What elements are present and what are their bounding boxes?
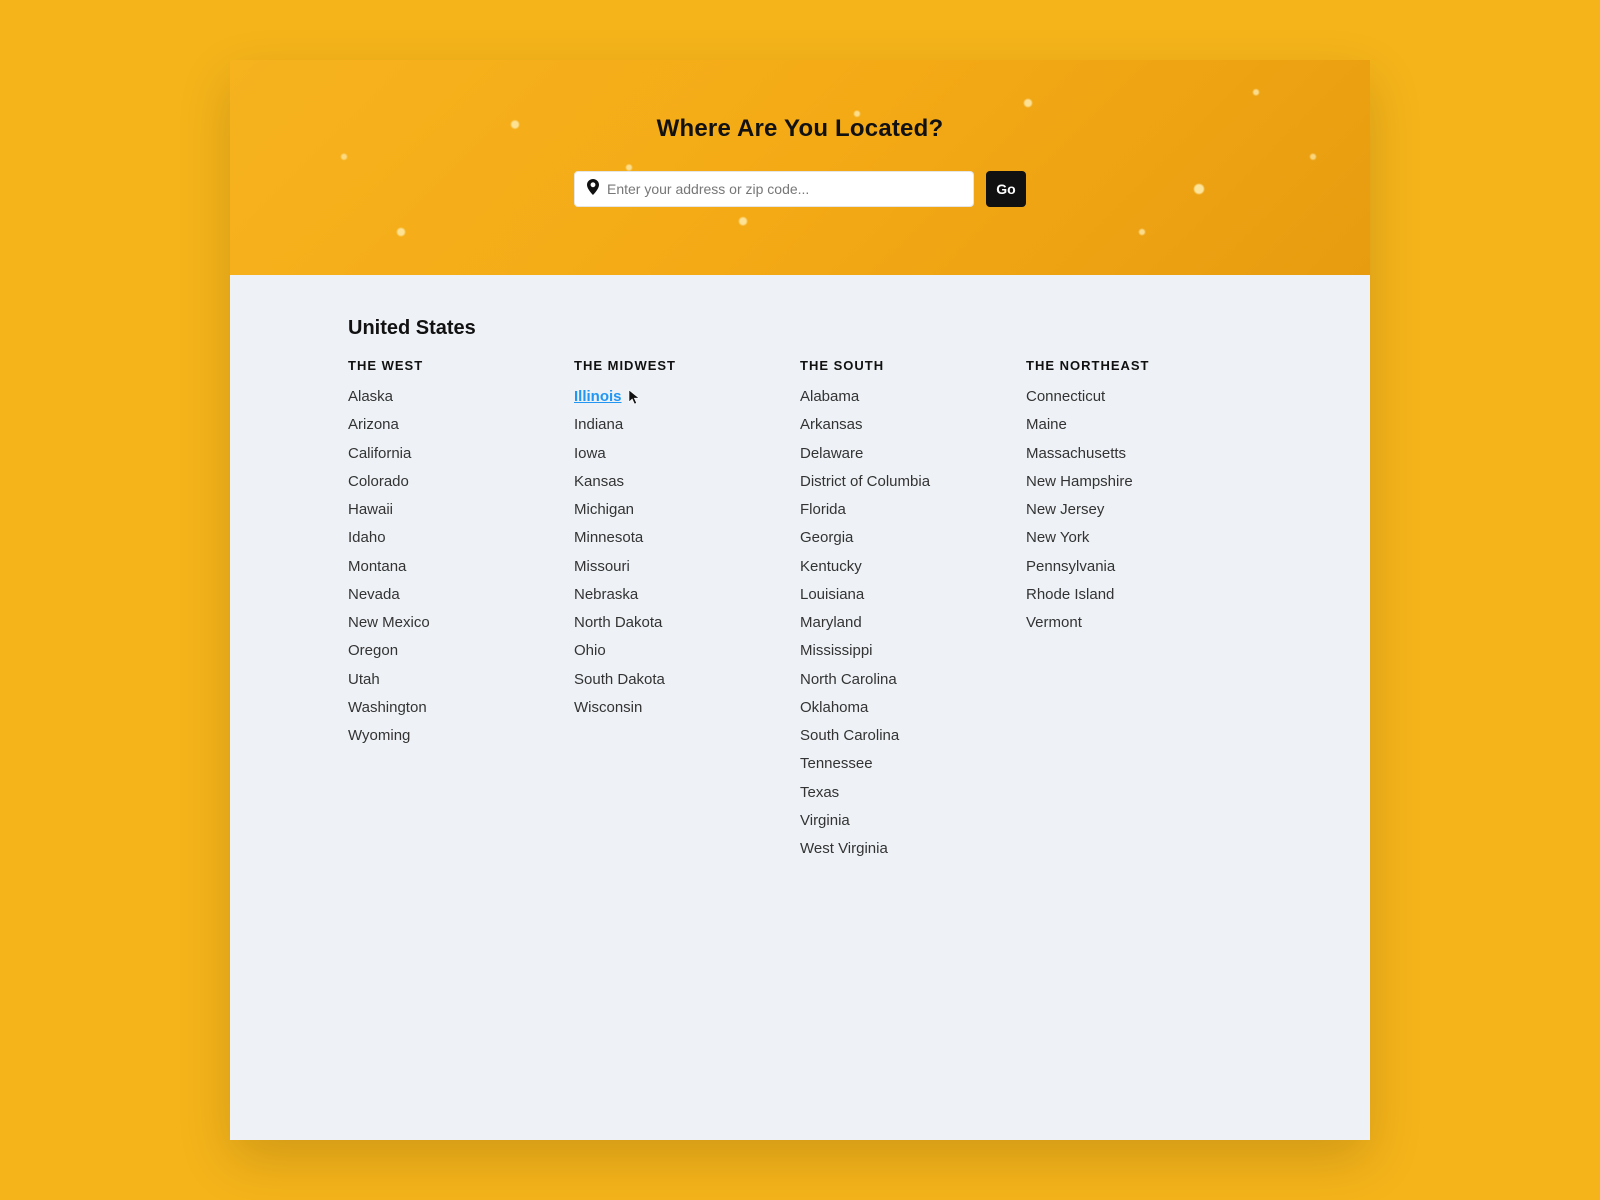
state-link[interactable]: Utah [348, 670, 574, 690]
state-link[interactable]: Delaware [800, 444, 1026, 464]
state-link[interactable]: South Dakota [574, 670, 800, 690]
region-title: THE NORTHEAST [1026, 358, 1252, 373]
state-link[interactable]: Connecticut [1026, 387, 1252, 407]
state-link[interactable]: Colorado [348, 472, 574, 492]
state-list: Alabama Arkansas Delaware District of Colum… [800, 387, 1026, 859]
state-link[interactable]: North Carolina [800, 670, 1026, 690]
state-link[interactable]: Nevada [348, 585, 574, 605]
region-title: THE SOUTH [800, 358, 1026, 373]
location-card: Where Are You Located? Go United States … [230, 60, 1370, 1140]
state-list: Illinois Indiana Iowa Kansas Michigan Minneso… [574, 387, 800, 718]
content-section: United States THE WEST Alaska Arizona Calif… [230, 275, 1370, 937]
region-column: THE SOUTH Alabama Arkansas Delaware District… [800, 358, 1026, 867]
state-link[interactable]: Wyoming [348, 726, 574, 746]
state-link[interactable]: Florida [800, 500, 1026, 520]
state-link[interactable]: Oklahoma [800, 698, 1026, 718]
state-link[interactable]: Maryland [800, 613, 1026, 633]
state-link[interactable]: New Mexico [348, 613, 574, 633]
state-link[interactable]: Mississippi [800, 641, 1026, 661]
state-link[interactable]: New Jersey [1026, 500, 1252, 520]
address-input[interactable] [607, 181, 961, 197]
state-list: Alaska Arizona California Colorado Hawaii Ida… [348, 387, 574, 746]
search-row: Go [574, 171, 1026, 207]
state-link[interactable]: Oregon [348, 641, 574, 661]
region-column: THE WEST Alaska Arizona California Colorado H… [348, 358, 574, 867]
state-link[interactable]: Arizona [348, 415, 574, 435]
state-link[interactable]: Ohio [574, 641, 800, 661]
state-link[interactable]: North Dakota [574, 613, 800, 633]
state-link[interactable]: Hawaii [348, 500, 574, 520]
state-link[interactable]: District of Columbia [800, 472, 1026, 492]
state-link[interactable]: Illinois [574, 387, 800, 407]
state-link[interactable]: Nebraska [574, 585, 800, 605]
region-title: THE WEST [348, 358, 574, 373]
go-button[interactable]: Go [986, 171, 1026, 207]
state-link[interactable]: Vermont [1026, 613, 1252, 633]
state-link[interactable]: Louisiana [800, 585, 1026, 605]
state-link[interactable]: Pennsylvania [1026, 557, 1252, 577]
state-link[interactable]: Michigan [574, 500, 800, 520]
hero-title: Where Are You Located? [657, 115, 944, 143]
state-link[interactable]: Montana [348, 557, 574, 577]
state-link[interactable]: Kentucky [800, 557, 1026, 577]
state-link[interactable]: Minnesota [574, 528, 800, 548]
state-link[interactable]: Kansas [574, 472, 800, 492]
cursor-icon [628, 389, 644, 405]
search-box[interactable] [574, 171, 974, 207]
region-column: THE NORTHEAST Connecticut Maine Massachuset… [1026, 358, 1252, 867]
state-link[interactable]: Iowa [574, 444, 800, 464]
state-link[interactable]: Missouri [574, 557, 800, 577]
region-column: THE MIDWEST Illinois Indiana Iowa Kansas Mich… [574, 358, 800, 867]
state-link[interactable]: Washington [348, 698, 574, 718]
state-link[interactable]: Arkansas [800, 415, 1026, 435]
state-link[interactable]: Indiana [574, 415, 800, 435]
location-pin-icon [587, 179, 599, 200]
state-link[interactable]: California [348, 444, 574, 464]
state-link[interactable]: New Hampshire [1026, 472, 1252, 492]
country-title: United States [348, 317, 1252, 340]
hero-section: Where Are You Located? Go [230, 60, 1370, 275]
state-link[interactable]: West Virginia [800, 839, 1026, 859]
regions-container: THE WEST Alaska Arizona California Colorado H… [348, 358, 1252, 867]
state-link[interactable]: Wisconsin [574, 698, 800, 718]
state-link[interactable]: Idaho [348, 528, 574, 548]
state-link[interactable]: Tennessee [800, 754, 1026, 774]
state-link[interactable]: Alabama [800, 387, 1026, 407]
state-link[interactable]: Rhode Island [1026, 585, 1252, 605]
state-link[interactable]: Georgia [800, 528, 1026, 548]
state-link[interactable]: Texas [800, 783, 1026, 803]
state-link[interactable]: South Carolina [800, 726, 1026, 746]
state-link[interactable]: Massachusetts [1026, 444, 1252, 464]
state-link[interactable]: New York [1026, 528, 1252, 548]
state-link[interactable]: Virginia [800, 811, 1026, 831]
state-list: Connecticut Maine Massachusetts New Hampshi… [1026, 387, 1252, 633]
state-link[interactable]: Alaska [348, 387, 574, 407]
state-link[interactable]: Maine [1026, 415, 1252, 435]
region-title: THE MIDWEST [574, 358, 800, 373]
